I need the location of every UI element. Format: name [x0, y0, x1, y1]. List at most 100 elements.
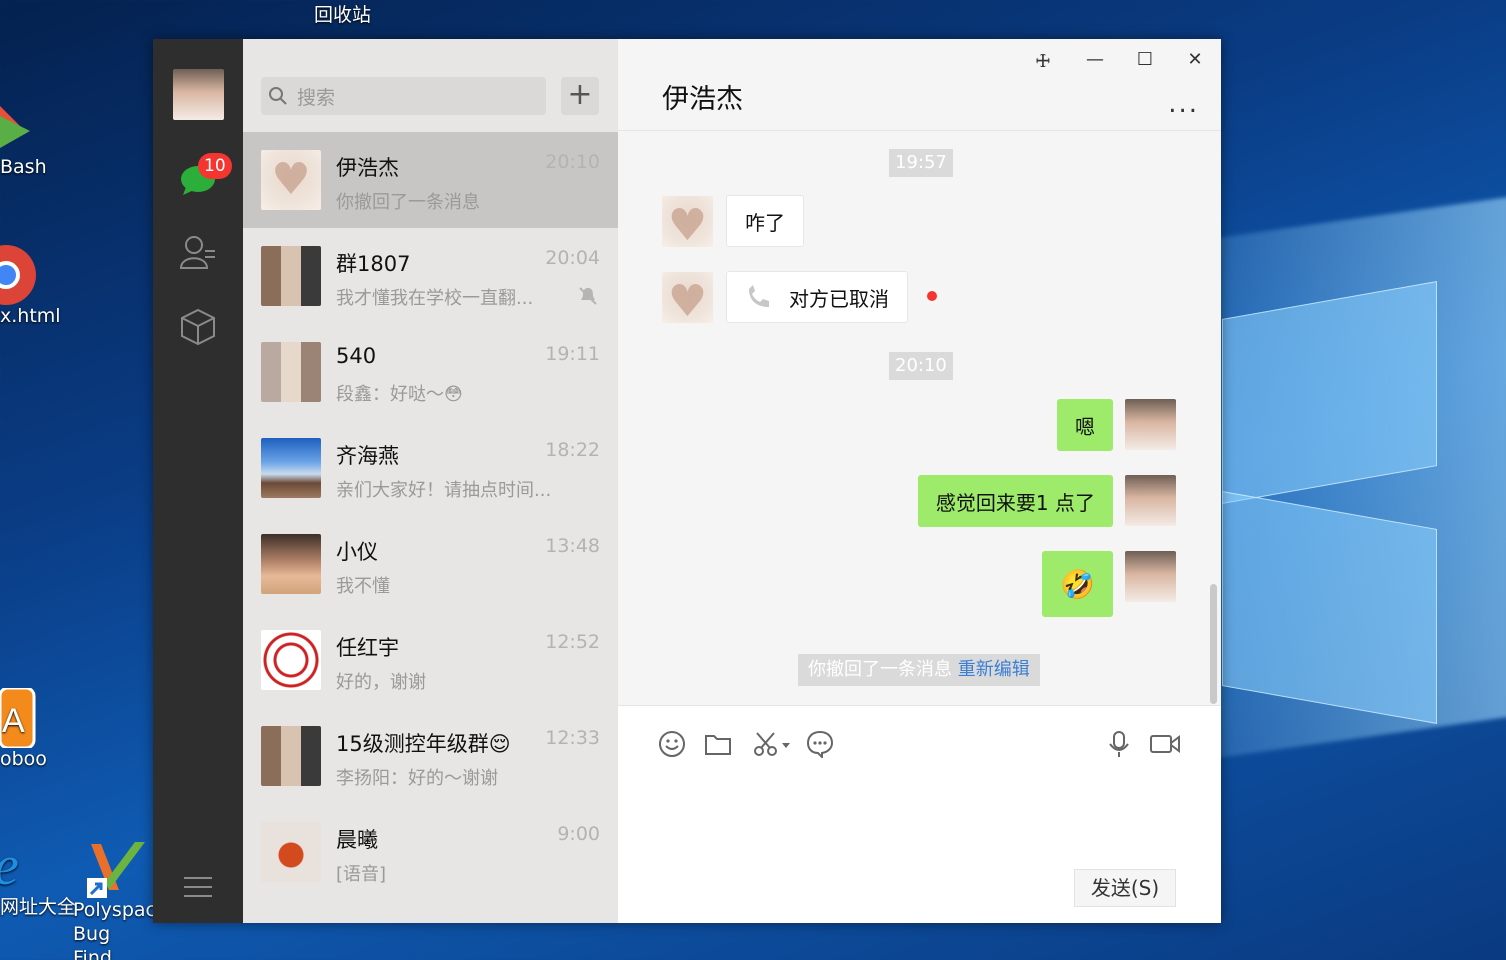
chat-scrollbar[interactable]: [1210, 584, 1217, 704]
contacts-icon: [179, 236, 215, 269]
ie-label: 网址大全: [0, 896, 77, 918]
svg-text:e: e: [0, 836, 19, 892]
chrome-icon: [0, 245, 36, 305]
conversation-name: 小仪: [336, 540, 378, 564]
search-input[interactable]: 搜索: [261, 77, 546, 115]
conversation-item[interactable]: 晨曦 9:00 [语音]: [243, 804, 618, 900]
desktop-windows-logo-pane: [1222, 281, 1437, 504]
contact-avatar: [261, 534, 321, 594]
desktop-icon-ie[interactable]: e 网址大全: [0, 836, 76, 919]
mute-bell-icon: [579, 287, 597, 305]
message-bubble-incoming[interactable]: 咋了: [726, 195, 804, 247]
search-placeholder: 搜索: [297, 86, 336, 109]
conversation-time: 20:04: [545, 247, 600, 269]
conversation-name: 群1807: [336, 252, 411, 276]
conversation-item[interactable]: 任红宇 12:52 好的，谢谢: [243, 612, 618, 708]
my-avatar[interactable]: [1125, 399, 1176, 450]
video-call-button[interactable]: [1147, 728, 1183, 760]
contact-avatar: [261, 438, 321, 498]
phone-icon: [749, 285, 769, 307]
file-button[interactable]: [702, 728, 734, 760]
conversation-time: 13:48: [545, 535, 600, 557]
nav-contacts[interactable]: [178, 232, 218, 272]
desktop-icon-html-file[interactable]: x.html: [0, 245, 61, 327]
internet-explorer-icon: e: [0, 836, 19, 892]
emoji-message-bubble[interactable]: 🤣: [1042, 551, 1113, 617]
cube-icon: [181, 308, 215, 346]
recycle-bin-label: 回收站: [314, 4, 372, 26]
emoji-button[interactable]: [656, 728, 688, 760]
conversation-preview: 我才懂我在学校一直翻...: [336, 288, 534, 309]
conversation-item[interactable]: 小仪 13:48 我不懂: [243, 516, 618, 612]
my-avatar[interactable]: [1125, 551, 1176, 602]
desktop-icon-app[interactable]: A oboo: [0, 688, 47, 770]
pin-button[interactable]: 🜊: [1025, 47, 1061, 72]
git-bash-icon: [0, 106, 30, 148]
microphone-icon: [1109, 731, 1129, 757]
conversation-preview: 好的，谢谢: [336, 672, 426, 693]
conversation-preview: 你撤回了一条消息: [336, 192, 480, 213]
desktop-icon-recycle-bin[interactable]: 回收站: [314, 0, 371, 27]
my-avatar[interactable]: [1125, 475, 1176, 526]
svg-text:A: A: [2, 702, 25, 740]
close-button[interactable]: ✕: [1177, 47, 1213, 71]
conversation-time: 9:00: [557, 823, 600, 845]
conversation-item[interactable]: 540 19:11 段鑫：好哒～😳: [243, 324, 618, 420]
git-bash-label: Bash: [0, 156, 47, 178]
message-timestamp: 19:57: [889, 149, 953, 177]
conversation-time: 20:10: [545, 151, 600, 173]
conversation-time: 12:52: [545, 631, 600, 653]
folder-icon: [705, 735, 731, 755]
conversation-item[interactable]: 群1807 20:04 我才懂我在学校一直翻...: [243, 228, 618, 324]
conversation-preview: 李扬阳：好的～谢谢: [336, 768, 498, 789]
conversation-item[interactable]: 15级测控年级群😌 12:33 李扬阳：好的～谢谢: [243, 708, 618, 804]
smiley-icon: [659, 731, 685, 757]
nav-menu[interactable]: [178, 867, 218, 907]
app-orange-icon: A: [0, 688, 36, 748]
contact-avatar[interactable]: [662, 196, 713, 251]
send-button[interactable]: 发送(S): [1074, 869, 1176, 907]
my-avatar[interactable]: [173, 69, 224, 120]
call-message-bubble[interactable]: 对方已取消: [726, 271, 908, 323]
nav-favorites[interactable]: [178, 307, 218, 347]
contact-avatar[interactable]: [662, 272, 713, 327]
screenshot-button[interactable]: [750, 728, 794, 760]
message-bubble-outgoing[interactable]: 感觉回来要1 点了: [917, 475, 1113, 527]
conversation-time: 12:33: [545, 727, 600, 749]
app-label: oboo: [0, 748, 47, 770]
call-status-text: 对方已取消: [789, 286, 889, 311]
conversation-name: 任红宇: [336, 636, 399, 660]
conversation-name: 540: [336, 344, 377, 368]
desktop-icon-git-bash[interactable]: Bash: [0, 96, 47, 178]
conversation-name: 伊浩杰: [336, 156, 399, 180]
conversation-time: 19:11: [545, 343, 600, 365]
conversation-preview: 段鑫：好哒～😳: [336, 384, 463, 405]
conversation-name: 齐海燕: [336, 444, 399, 468]
conversation-item[interactable]: 伊浩杰 20:10 你撤回了一条消息: [243, 132, 618, 228]
chat-history-button[interactable]: [804, 728, 836, 760]
polyspace-icon: [87, 842, 145, 898]
group-avatar: [261, 726, 321, 786]
maximize-button[interactable]: ☐: [1127, 47, 1163, 71]
wechat-window: 10 搜索 + 伊浩杰 20:10 你撤回了一条消息 群1807 20:04 我…: [153, 39, 1221, 923]
search-icon: [269, 87, 287, 105]
message-timestamp: 20:10: [889, 352, 953, 380]
conversation-item[interactable]: 齐海燕 18:22 亲们大家好！请抽点时间...: [243, 420, 618, 516]
message-input-area[interactable]: 发送(S): [618, 705, 1221, 923]
hamburger-menu-icon: [184, 877, 212, 897]
voice-call-button[interactable]: [1103, 728, 1135, 760]
nav-sidebar: 10: [153, 39, 243, 923]
conversation-preview: 我不懂: [336, 576, 390, 597]
chat-panel: 伊浩杰 🜊 — ☐ ✕ ... 19:57 咋了 对方已取消 20:10 嗯 感…: [618, 39, 1221, 923]
message-bubble-outgoing[interactable]: 嗯: [1057, 399, 1113, 451]
more-options-button[interactable]: ...: [1168, 89, 1199, 119]
conversation-time: 18:22: [545, 439, 600, 461]
unread-badge: 10: [198, 153, 232, 179]
re-edit-link[interactable]: 重新编辑: [958, 659, 1030, 680]
minimize-button[interactable]: —: [1077, 47, 1113, 71]
add-button[interactable]: +: [561, 77, 599, 115]
conversation-name: 晨曦: [336, 828, 378, 852]
video-camera-icon: [1150, 735, 1180, 753]
contact-avatar: [261, 150, 321, 210]
recall-notice: 你撤回了一条消息 重新编辑: [798, 654, 1040, 686]
